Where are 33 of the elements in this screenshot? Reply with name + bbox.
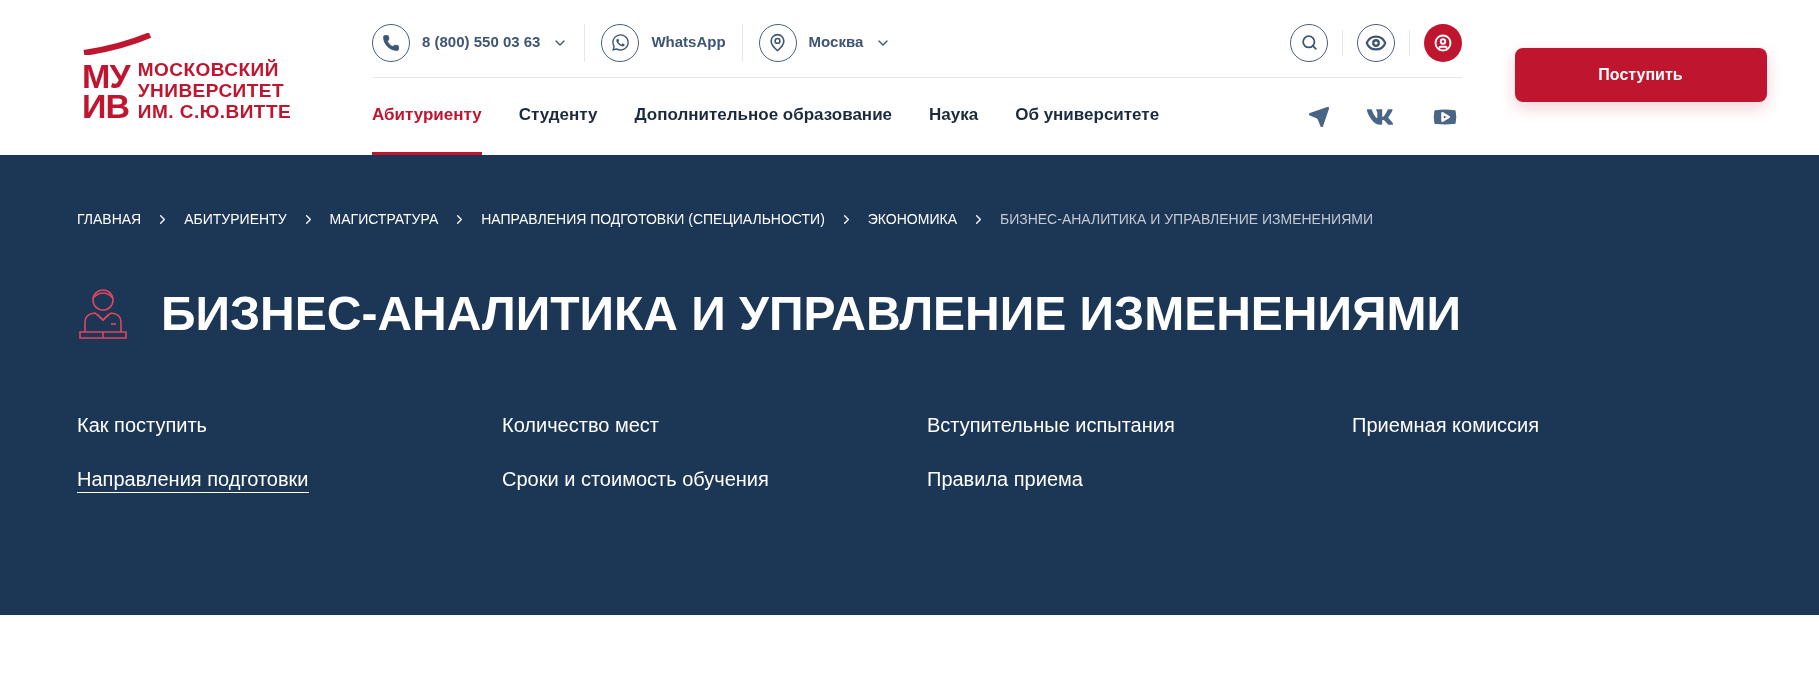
page-title: БИЗНЕС-АНАЛИТИКА И УПРАВЛЕНИЕ ИЗМЕНЕНИЯМИ xyxy=(161,290,1461,338)
user-icon xyxy=(1434,33,1452,52)
section-link[interactable]: Как поступить xyxy=(77,414,207,439)
section-link[interactable]: Приемная комиссия xyxy=(1352,414,1540,439)
breadcrumb-link[interactable]: МАГИСТРАТУРА xyxy=(329,209,439,230)
logo-mark: МУ xyxy=(82,60,130,91)
paper-plane-icon[interactable] xyxy=(1308,105,1330,128)
section-link[interactable]: Правила приема xyxy=(927,468,1083,493)
contact-link[interactable]: WhatsApp xyxy=(651,31,726,54)
breadcrumb-link[interactable]: ЭКОНОМИКА xyxy=(867,209,957,230)
logo-text: УНИВЕРСИТЕТ xyxy=(137,80,286,101)
search-icon xyxy=(1300,34,1318,51)
breadcrumb-link[interactable]: ГЛАВНАЯ xyxy=(77,209,142,230)
section-link[interactable]: Количество мест xyxy=(502,414,659,439)
contact-link[interactable]: 8 (800) 550 03 63 xyxy=(422,31,541,54)
section-link[interactable]: Вступительные испытания xyxy=(927,414,1175,439)
breadcrumb-link[interactable]: НАПРАВЛЕНИЯ ПОДГОТОВКИ (СПЕЦИАЛЬНОСТИ) xyxy=(481,209,825,230)
arc-icon xyxy=(82,33,152,55)
contact-link[interactable]: Москва xyxy=(808,31,864,54)
nav-tab[interactable]: Студенту xyxy=(518,78,598,155)
section-link[interactable]: Направления подготовки xyxy=(77,468,309,493)
logo-text: МОСКОВСКИЙ xyxy=(137,59,280,80)
section-link[interactable]: Сроки и стоимость обучения xyxy=(502,468,769,493)
breadcrumb-link[interactable]: БИЗНЕС-АНАЛИТИКА И УПРАВЛЕНИЕ ИЗМЕНЕНИЯМИ xyxy=(999,209,1373,230)
logo-mark: ИВ xyxy=(82,90,130,121)
apply-button[interactable]: Поступить xyxy=(1514,48,1767,102)
logo-text: ИМ. С.Ю.ВИТТЕ xyxy=(137,101,292,122)
breadcrumb-link[interactable]: АБИТУРИЕНТУ xyxy=(184,209,287,230)
nav-tab[interactable]: Наука xyxy=(929,78,979,155)
student-with-book-icon xyxy=(77,286,129,342)
nav-tab[interactable]: Дополнительное образование xyxy=(634,78,893,155)
user-button[interactable] xyxy=(1424,23,1462,62)
nav-tab[interactable]: Об университете xyxy=(1015,78,1160,155)
